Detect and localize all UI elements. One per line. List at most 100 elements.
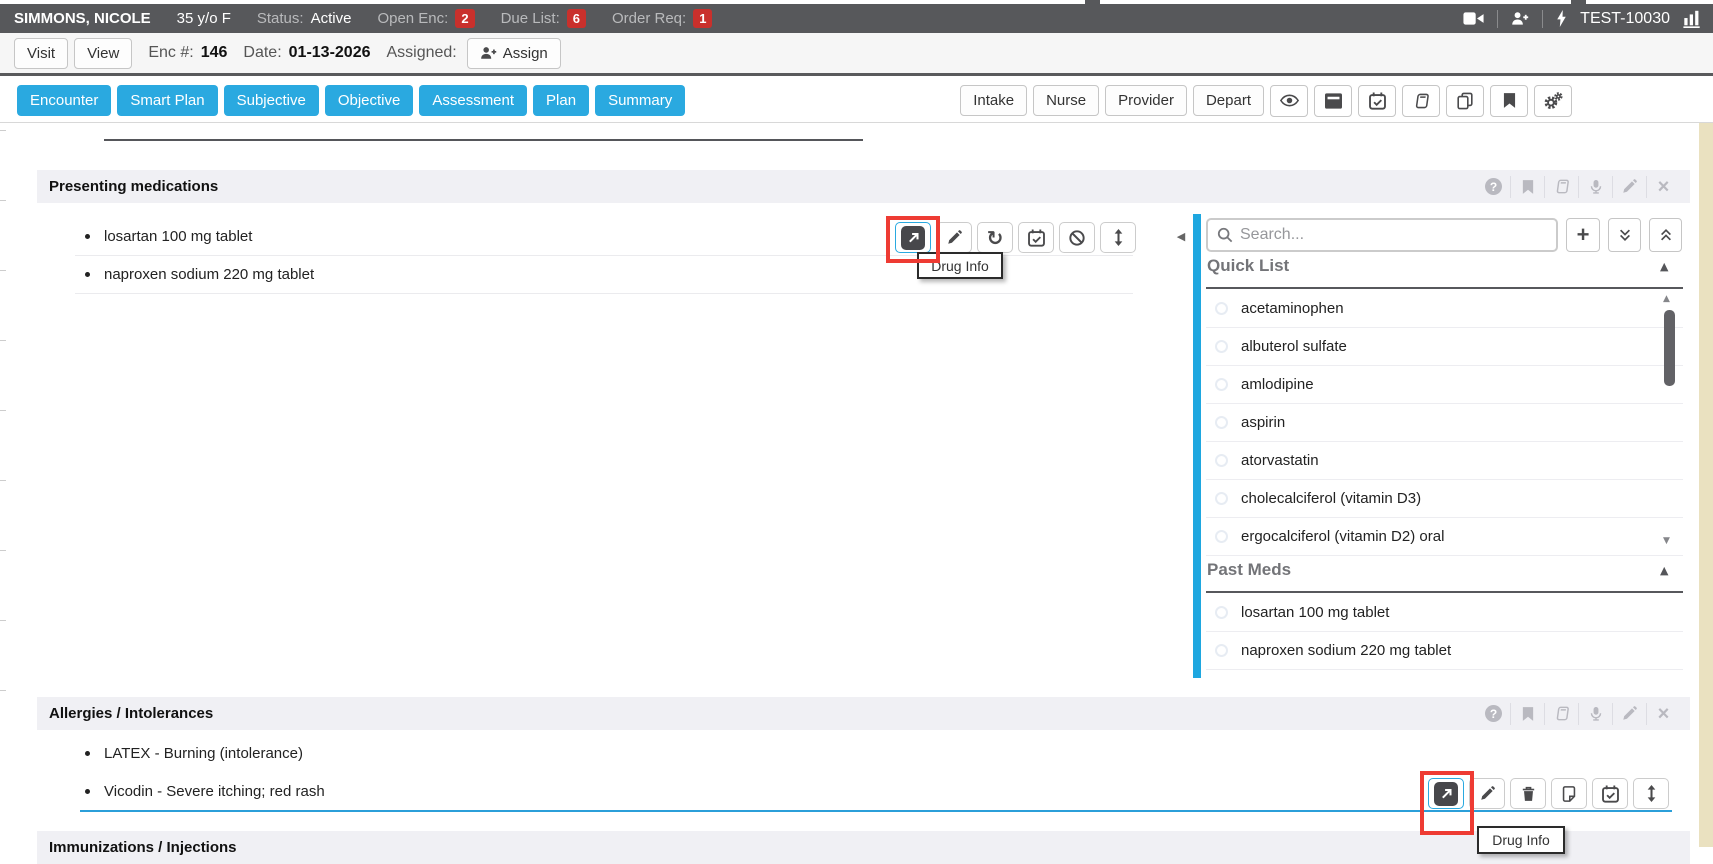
quick-list-item[interactable]: atorvastatin [1206, 442, 1683, 480]
collapse-all-button[interactable] [1608, 218, 1641, 252]
scrolled-divider-line [104, 139, 863, 141]
pencil-icon [1622, 706, 1637, 721]
nurse-button[interactable]: Nurse [1033, 85, 1099, 116]
tab-assessment[interactable]: Assessment [419, 85, 527, 116]
open-enc-badge[interactable]: 2 [455, 9, 474, 28]
settings-button[interactable] [1534, 85, 1572, 117]
presenting-medications-header: Presenting medications ? × [37, 170, 1690, 203]
eye-icon [1280, 94, 1299, 107]
edit-section-button[interactable] [1613, 170, 1646, 203]
quick-list-item[interactable]: cholecalciferol (vitamin D3) [1206, 480, 1683, 518]
copy-documents-button[interactable] [1446, 85, 1484, 117]
gutter-tick [0, 690, 6, 691]
edit-medication-button[interactable] [936, 222, 972, 253]
section-title: Immunizations / Injections [49, 839, 237, 856]
close-section-button[interactable]: × [1647, 697, 1680, 730]
intake-button[interactable]: Intake [960, 85, 1027, 116]
medication-name: naproxen sodium 220 mg tablet [104, 266, 314, 283]
expand-all-button[interactable] [1649, 218, 1682, 252]
quick-list-item[interactable]: aspirin [1206, 404, 1683, 442]
scrollbar-thumb[interactable] [1664, 310, 1675, 386]
dictate-button[interactable] [1579, 170, 1612, 203]
gutter-tick [0, 200, 6, 201]
allergy-row[interactable]: Vicodin - Severe itching; red rash [75, 772, 1575, 810]
pencil-icon [1480, 786, 1495, 801]
allergy-text: LATEX - Burning (intolerance) [104, 745, 303, 762]
gutter-tick [0, 270, 6, 271]
page-scrollbar[interactable] [1699, 123, 1713, 847]
allergy-row[interactable]: LATEX - Burning (intolerance) [75, 734, 1575, 772]
add-medication-button[interactable]: + [1566, 218, 1600, 252]
quick-list-item[interactable]: acetaminophen [1206, 290, 1683, 328]
renew-medication-button[interactable]: ↻ [977, 222, 1013, 253]
status-label: Status: [257, 10, 304, 27]
bookmark-section-button[interactable] [1511, 170, 1544, 203]
allergies-header: Allergies / Intolerances ? × [37, 697, 1690, 730]
scroll-up-arrow[interactable]: ▲ [1663, 294, 1670, 304]
tab-plan[interactable]: Plan [533, 85, 589, 116]
dictate-button[interactable] [1579, 697, 1612, 730]
visit-button[interactable]: Visit [14, 38, 68, 69]
order-req-badge[interactable]: 1 [693, 9, 712, 28]
help-button[interactable]: ? [1477, 697, 1510, 730]
microphone-icon [1589, 179, 1603, 195]
quick-list-title: Quick List [1207, 256, 1289, 276]
provider-button[interactable]: Provider [1105, 85, 1187, 116]
bar-chart-icon[interactable] [1683, 9, 1701, 28]
date-label: Date: [243, 44, 281, 62]
quick-list-item[interactable]: amlodipine [1206, 366, 1683, 404]
tab-objective[interactable]: Objective [325, 85, 414, 116]
discontinue-medication-button[interactable] [1059, 222, 1095, 253]
order-req-label: Order Req: [612, 10, 686, 27]
copy-icon [1457, 92, 1473, 110]
open-enc-label: Open Enc: [377, 10, 448, 27]
search-input[interactable] [1240, 226, 1547, 244]
close-section-button[interactable]: × [1647, 170, 1680, 203]
assign-button[interactable]: Assign [467, 38, 561, 69]
edit-section-button[interactable] [1613, 697, 1646, 730]
depart-button[interactable]: Depart [1193, 85, 1264, 116]
eye-visibility-button[interactable] [1270, 85, 1308, 117]
delete-allergy-button[interactable] [1510, 778, 1546, 809]
reorder-allergy-button[interactable] [1633, 778, 1669, 809]
double-chevron-up-icon [1659, 228, 1673, 242]
schedule-allergy-button[interactable] [1592, 778, 1628, 809]
reorder-medication-button[interactable] [1100, 222, 1136, 253]
lightning-bolt-icon[interactable] [1556, 10, 1567, 27]
highlight-box [886, 216, 940, 263]
quick-list-item[interactable]: ergocalciferol (vitamin D2) oral [1206, 518, 1683, 556]
past-meds-item[interactable]: losartan 100 mg tablet [1206, 594, 1683, 632]
quick-list-item[interactable]: albuterol sulfate [1206, 328, 1683, 366]
bookmark-section-button[interactable] [1511, 697, 1544, 730]
person-add-icon[interactable] [1511, 11, 1529, 26]
schedule-medication-button[interactable] [1018, 222, 1054, 253]
past-meds-item[interactable]: naproxen sodium 220 mg tablet [1206, 632, 1683, 670]
chart-book-section-button[interactable] [1545, 170, 1578, 203]
bookmark-button[interactable] [1490, 85, 1528, 117]
status-value: Active [311, 10, 352, 27]
chart-book-button[interactable] [1402, 85, 1440, 117]
view-button[interactable]: View [74, 38, 132, 69]
due-list-badge[interactable]: 6 [567, 9, 586, 28]
edit-allergy-button[interactable] [1469, 778, 1505, 809]
gutter-tick [0, 480, 6, 481]
chart-book-section-button[interactable] [1545, 697, 1578, 730]
patient-name: SIMMONS, NICOLE [14, 10, 151, 27]
allergy-text: Vicodin - Severe itching; red rash [104, 783, 325, 800]
tab-subjective[interactable]: Subjective [224, 85, 319, 116]
tab-smart-plan[interactable]: Smart Plan [117, 85, 217, 116]
archive-button[interactable] [1314, 85, 1352, 117]
collapse-panel-button[interactable]: ◀ [1168, 222, 1194, 250]
note-allergy-button[interactable] [1551, 778, 1587, 809]
tab-encounter[interactable]: Encounter [17, 85, 111, 116]
past-meds-collapse-caret[interactable]: ▲ [1660, 564, 1668, 577]
tab-summary[interactable]: Summary [595, 85, 685, 116]
schedule-button[interactable] [1358, 85, 1396, 117]
up-down-arrow-icon [1113, 229, 1124, 246]
scroll-down-arrow[interactable]: ▼ [1663, 536, 1670, 546]
video-camera-icon[interactable] [1463, 11, 1484, 26]
quick-list-collapse-caret[interactable]: ▲ [1660, 260, 1668, 273]
help-button[interactable]: ? [1477, 170, 1510, 203]
help-icon: ? [1485, 178, 1502, 195]
assigned-label: Assigned: [386, 44, 456, 62]
